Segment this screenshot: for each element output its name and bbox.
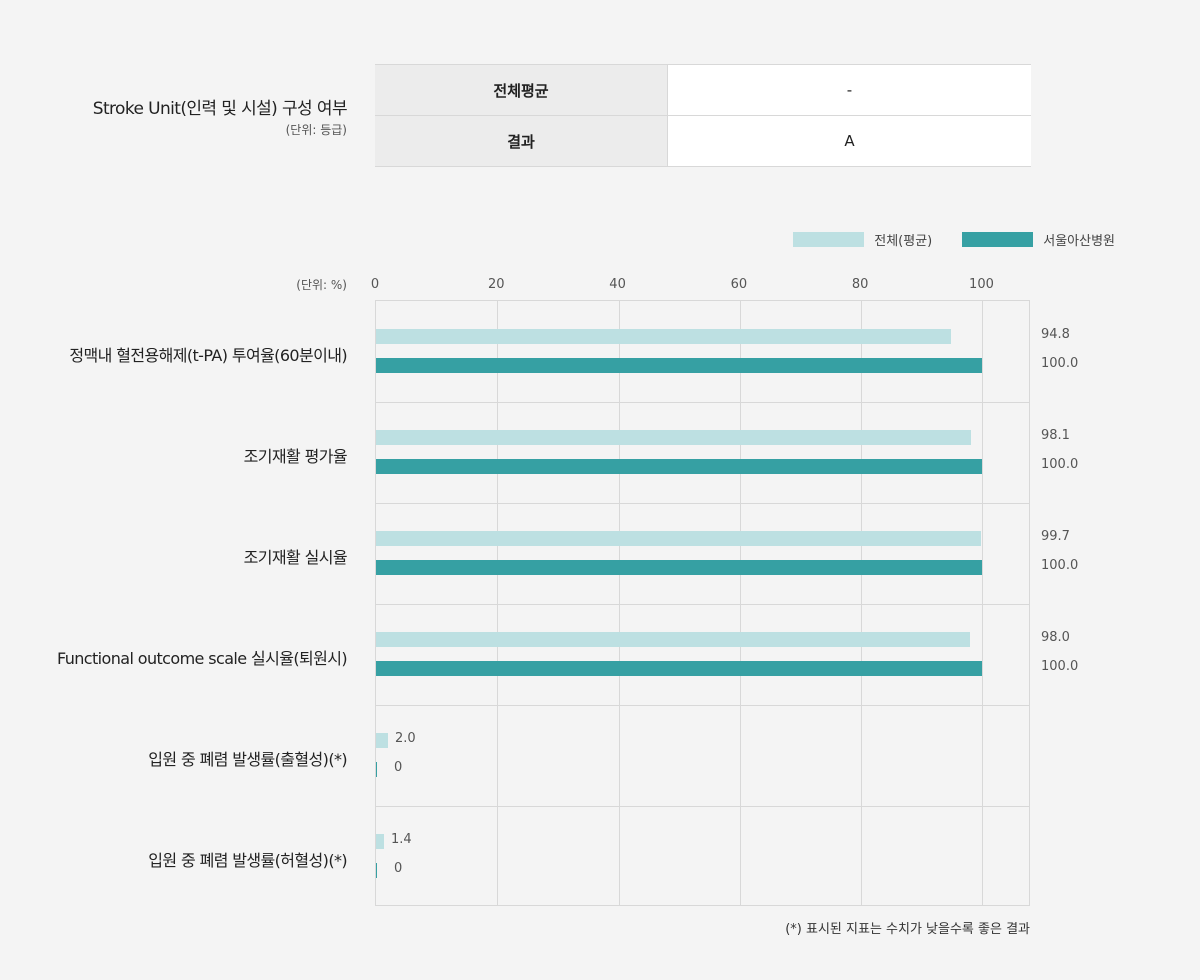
data-label-average: 1.4 xyxy=(391,832,412,847)
data-label-hospital: 100.0 xyxy=(1041,457,1079,472)
bar-hospital xyxy=(376,459,982,474)
bar-average xyxy=(376,834,384,849)
bar-average xyxy=(376,531,981,546)
legend-swatch-hospital xyxy=(962,232,1034,247)
category-separator xyxy=(376,705,1029,706)
legend-label-hospital: 서울아산병원 xyxy=(1043,234,1115,249)
legend-swatch-average xyxy=(793,232,865,247)
category-label: 조기재활 실시율 xyxy=(243,548,348,567)
plot-area: 94.8 98.1 99.7 98.0 2.0 1.4 100.0 100.0 100.0 100… xyxy=(375,300,1078,906)
legend-item-hospital: 서울아산병원 xyxy=(962,230,1115,249)
row-label-result: 결과 xyxy=(375,115,668,167)
stroke-unit-unit: (단위: 등급) xyxy=(285,123,347,137)
data-label-hospital: 100.0 xyxy=(1041,356,1079,371)
bar-hospital xyxy=(376,762,377,777)
category-label: Functional outcome scale 실시율(퇴원시) xyxy=(56,649,348,668)
category-label: 입원 중 폐렴 발생률(출혈성)(*) xyxy=(148,750,347,769)
legend-label-average: 전체(평균) xyxy=(874,234,933,249)
data-label-average: 98.1 xyxy=(1041,428,1070,443)
data-label-hospital: 100.0 xyxy=(1041,558,1079,573)
grid-line-x-40 xyxy=(619,301,620,905)
x-tick-label: 100 xyxy=(969,277,994,292)
grid-line-x-100 xyxy=(982,301,983,905)
x-tick-label: 80 xyxy=(851,277,869,292)
data-label-average: 99.7 xyxy=(1041,529,1070,544)
row-value-average: - xyxy=(667,64,1031,116)
stroke-unit-table: 전체평균 - 결과 A xyxy=(375,64,1031,167)
category-label: 정맥내 혈전용해제(t-PA) 투여율(60분이내) xyxy=(69,346,347,365)
legend-item-average: 전체(평균) xyxy=(793,230,932,249)
bar-average xyxy=(376,733,388,748)
row-label-average: 전체평균 xyxy=(375,64,668,116)
x-tick-label: 20 xyxy=(488,277,505,292)
row-value-result: A xyxy=(667,115,1031,167)
category-label: 조기재활 평가율 xyxy=(243,447,348,466)
bar-average xyxy=(376,329,951,344)
x-tick-label: 0 xyxy=(370,277,380,292)
chart-footnote: (*) 표시된 지표는 수치가 낮을수록 좋은 결과 xyxy=(785,922,1030,937)
bar-hospital xyxy=(376,863,377,878)
category-separator xyxy=(376,604,1029,605)
bar-average xyxy=(376,632,970,647)
category-label: 입원 중 폐렴 발생률(허혈성)(*) xyxy=(148,851,347,870)
data-label-average: 94.8 xyxy=(1041,327,1070,342)
grid-line-x-80 xyxy=(861,301,862,905)
bar-hospital xyxy=(376,661,982,676)
table-row: 결과 A xyxy=(375,115,1031,167)
data-label-hospital: 0 xyxy=(394,861,403,876)
bar-hospital xyxy=(376,358,982,373)
stroke-unit-title: Stroke Unit(인력 및 시설) 구성 여부 xyxy=(92,99,348,119)
grid-line-x-20 xyxy=(497,301,498,905)
x-tick-label: 60 xyxy=(730,277,748,292)
data-label-hospital: 0 xyxy=(394,760,403,775)
data-label-average: 98.0 xyxy=(1041,630,1070,645)
category-separator xyxy=(376,806,1029,807)
chart-legend: 전체(평균) 서울아산병원 xyxy=(763,230,1115,249)
category-separator xyxy=(376,503,1029,504)
bar-hospital xyxy=(376,560,982,575)
data-label-hospital: 100.0 xyxy=(1041,659,1079,674)
x-tick-label: 40 xyxy=(609,277,626,292)
category-separator xyxy=(376,402,1029,403)
x-axis-ticks: 0 20 40 60 80 100 xyxy=(0,277,1200,297)
bar-average xyxy=(376,430,971,445)
grid-line-x-60 xyxy=(740,301,741,905)
table-row: 전체평균 - xyxy=(375,64,1031,116)
data-label-average: 2.0 xyxy=(395,731,416,746)
